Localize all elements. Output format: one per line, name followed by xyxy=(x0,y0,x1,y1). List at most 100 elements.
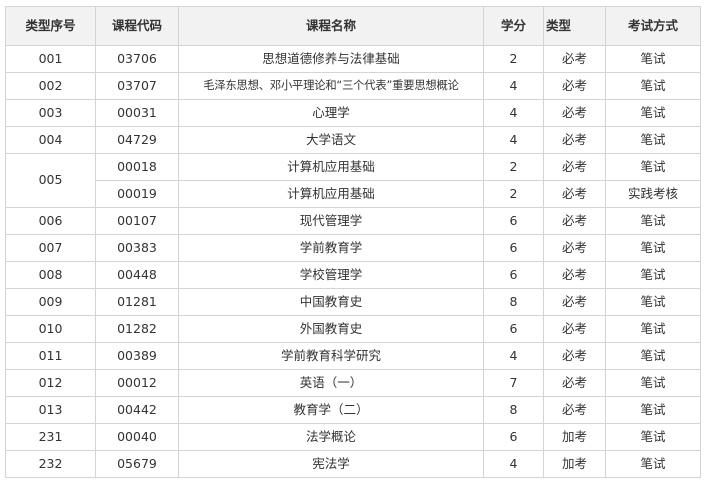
cell-credit: 8 xyxy=(483,396,544,424)
cell-name: 大学语文 xyxy=(178,126,484,154)
header-name: 课程名称 xyxy=(178,6,484,46)
cell-name: 宪法学 xyxy=(178,450,484,478)
cell-code: 01282 xyxy=(95,315,179,343)
cell-name: 中国教育史 xyxy=(178,288,484,316)
cell-credit: 2 xyxy=(483,45,544,73)
cell-exam: 笔试 xyxy=(605,234,701,262)
cell-credit: 6 xyxy=(483,315,544,343)
cell-credit: 4 xyxy=(483,450,544,478)
table-row: 011 00389 学前教育科学研究 4 必考 笔试 xyxy=(5,342,701,370)
cell-seq: 010 xyxy=(5,315,96,343)
cell-kind: 必考 xyxy=(543,153,606,181)
cell-credit: 4 xyxy=(483,126,544,154)
table-row: 003 00031 心理学 4 必考 笔试 xyxy=(5,99,701,127)
cell-exam: 笔试 xyxy=(605,288,701,316)
cell-seq-merged: 005 xyxy=(5,153,96,208)
cell-seq: 231 xyxy=(5,423,96,451)
table-row: 013 00442 教育学（二） 8 必考 笔试 xyxy=(5,396,701,424)
table-row: 007 00383 学前教育学 6 必考 笔试 xyxy=(5,234,701,262)
cell-credit: 6 xyxy=(483,234,544,262)
cell-kind: 必考 xyxy=(543,180,606,208)
cell-seq: 006 xyxy=(5,207,96,235)
cell-seq: 003 xyxy=(5,99,96,127)
table-row: 00019 计算机应用基础 2 必考 实践考核 xyxy=(6,180,701,208)
table-row: 231 00040 法学概论 6 加考 笔试 xyxy=(5,423,701,451)
cell-credit: 6 xyxy=(483,423,544,451)
header-row: 类型序号 课程代码 课程名称 学分 类型 考试方式 xyxy=(5,6,701,46)
cell-credit: 4 xyxy=(483,342,544,370)
cell-kind: 必考 xyxy=(543,369,606,397)
cell-name: 法学概论 xyxy=(178,423,484,451)
cell-seq: 007 xyxy=(5,234,96,262)
cell-seq: 001 xyxy=(5,45,96,73)
table-body: 001 03706 思想道德修养与法律基础 2 必考 笔试 002 03707 … xyxy=(5,45,701,478)
cell-code: 00448 xyxy=(95,261,179,289)
cell-name: 英语（一） xyxy=(178,369,484,397)
cell-exam: 笔试 xyxy=(605,342,701,370)
cell-credit: 2 xyxy=(483,153,544,181)
cell-name: 外国教育史 xyxy=(178,315,484,343)
header-credit: 学分 xyxy=(483,6,544,46)
cell-code: 03707 xyxy=(95,72,179,100)
cell-credit: 4 xyxy=(483,72,544,100)
cell-credit: 7 xyxy=(483,369,544,397)
cell-name: 计算机应用基础 xyxy=(178,153,484,181)
cell-kind: 必考 xyxy=(543,288,606,316)
cell-kind: 必考 xyxy=(543,126,606,154)
cell-kind: 必考 xyxy=(543,207,606,235)
cell-exam: 笔试 xyxy=(605,153,701,181)
cell-exam: 笔试 xyxy=(605,396,701,424)
cell-kind: 必考 xyxy=(543,342,606,370)
cell-seq: 009 xyxy=(5,288,96,316)
cell-credit: 2 xyxy=(483,180,544,208)
page: 类型序号 课程代码 课程名称 学分 类型 考试方式 001 03706 思想道德… xyxy=(0,0,709,487)
cell-code: 05679 xyxy=(95,450,179,478)
cell-code: 00383 xyxy=(95,234,179,262)
cell-exam: 笔试 xyxy=(605,99,701,127)
cell-code: 03706 xyxy=(95,45,179,73)
cell-code: 00031 xyxy=(95,99,179,127)
cell-credit: 6 xyxy=(483,207,544,235)
cell-seq: 232 xyxy=(5,450,96,478)
cell-seq: 004 xyxy=(5,126,96,154)
cell-seq: 013 xyxy=(5,396,96,424)
cell-kind: 必考 xyxy=(543,396,606,424)
table-row: 009 01281 中国教育史 8 必考 笔试 xyxy=(5,288,701,316)
table-header: 类型序号 课程代码 课程名称 学分 类型 考试方式 xyxy=(5,6,701,46)
cell-code: 01281 xyxy=(95,288,179,316)
table-row: 010 01282 外国教育史 6 必考 笔试 xyxy=(5,315,701,343)
cell-exam: 笔试 xyxy=(605,45,701,73)
cell-code: 00018 xyxy=(95,153,179,181)
table-row: 002 03707 毛泽东思想、邓小平理论和“三个代表”重要思想概论 4 必考 … xyxy=(5,72,701,100)
cell-seq: 011 xyxy=(5,342,96,370)
cell-code: 00040 xyxy=(95,423,179,451)
cell-seq: 012 xyxy=(5,369,96,397)
cell-name: 毛泽东思想、邓小平理论和“三个代表”重要思想概论 xyxy=(178,72,484,100)
header-kind: 类型 xyxy=(543,6,606,46)
cell-seq: 002 xyxy=(5,72,96,100)
cell-code: 00442 xyxy=(95,396,179,424)
table-row: 005 00018 计算机应用基础 2 必考 笔试 xyxy=(5,153,701,208)
header-exam: 考试方式 xyxy=(605,6,701,46)
cell-name: 现代管理学 xyxy=(178,207,484,235)
cell-credit: 4 xyxy=(483,99,544,127)
header-code: 课程代码 xyxy=(95,6,179,46)
cell-code: 00019 xyxy=(95,180,179,208)
cell-seq: 008 xyxy=(5,261,96,289)
cell-code: 00012 xyxy=(95,369,179,397)
cell-exam: 实践考核 xyxy=(605,180,701,208)
cell-exam: 笔试 xyxy=(605,450,701,478)
cell-credit: 8 xyxy=(483,288,544,316)
course-table: 类型序号 课程代码 课程名称 学分 类型 考试方式 001 03706 思想道德… xyxy=(5,6,701,478)
table-row: 001 03706 思想道德修养与法律基础 2 必考 笔试 xyxy=(5,45,701,73)
cell-code: 00107 xyxy=(95,207,179,235)
cell-name: 学前教育学 xyxy=(178,234,484,262)
table-row: 006 00107 现代管理学 6 必考 笔试 xyxy=(5,207,701,235)
table-row: 232 05679 宪法学 4 加考 笔试 xyxy=(5,450,701,478)
cell-code: 00389 xyxy=(95,342,179,370)
cell-kind: 加考 xyxy=(543,423,606,451)
cell-kind: 必考 xyxy=(543,261,606,289)
cell-name: 教育学（二） xyxy=(178,396,484,424)
cell-kind: 必考 xyxy=(543,45,606,73)
cell-name: 学前教育科学研究 xyxy=(178,342,484,370)
